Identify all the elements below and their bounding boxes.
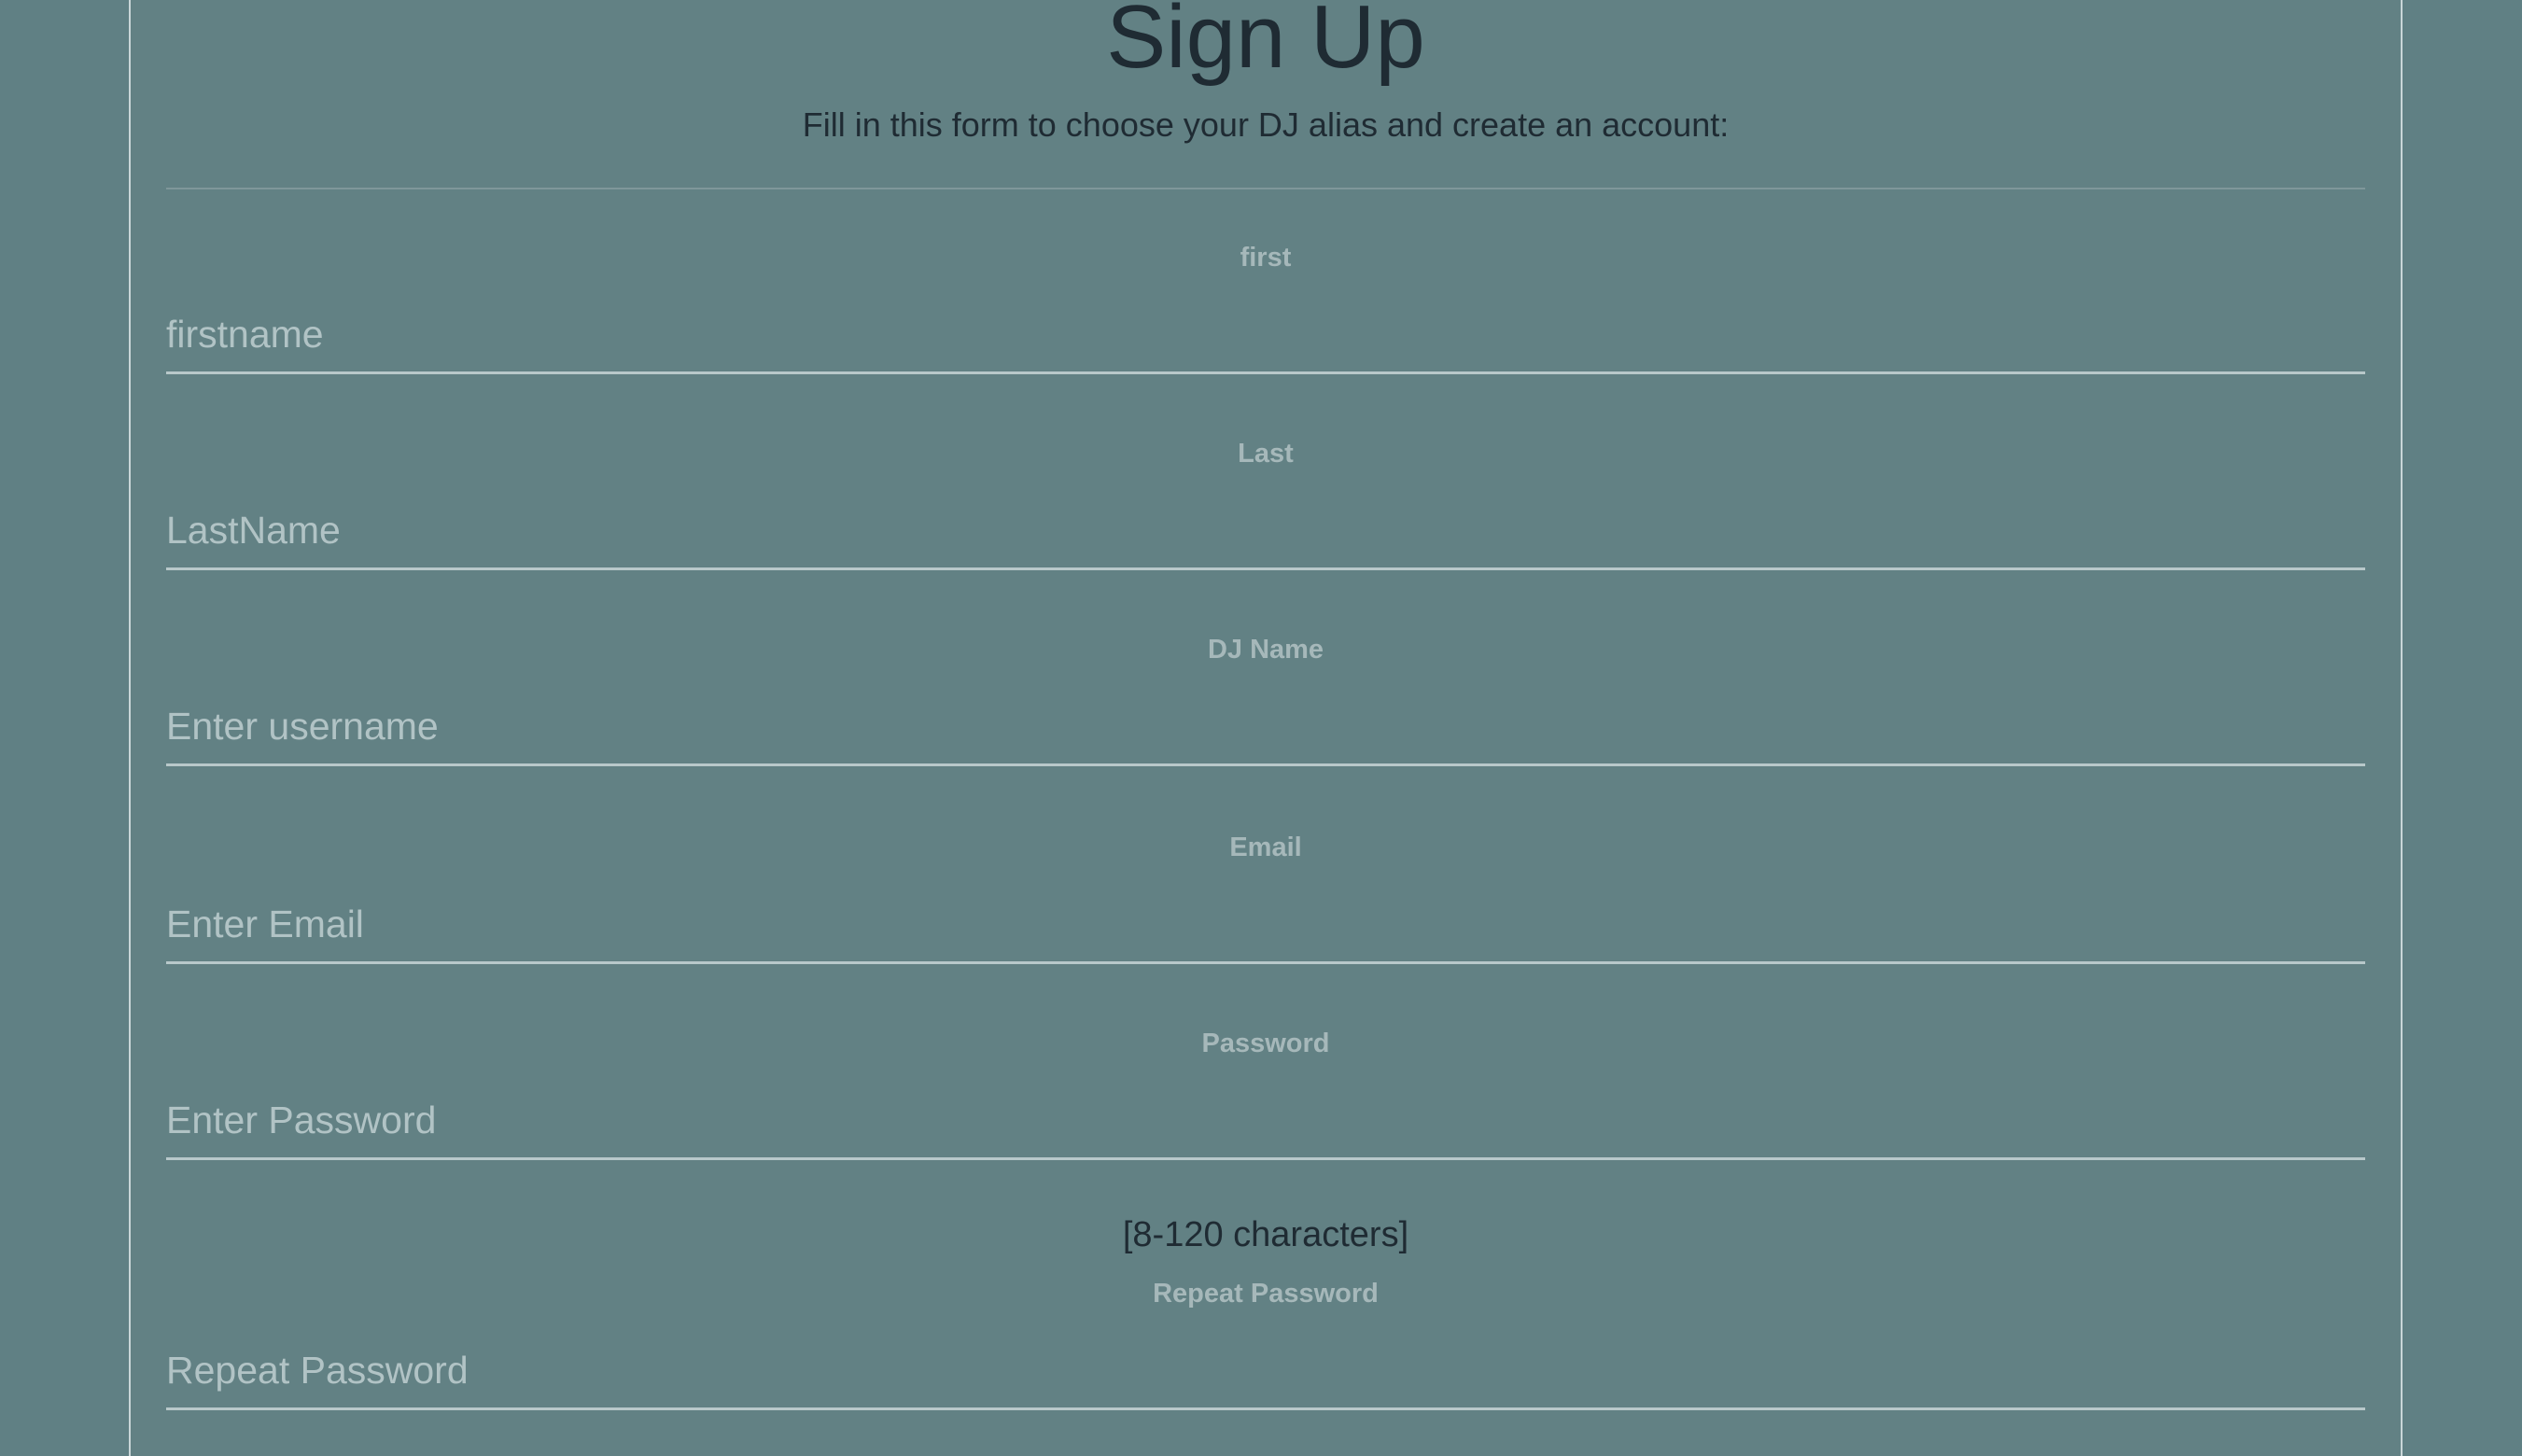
email-label: Email	[1229, 833, 1302, 862]
signup-page: Sign Up Fill in this form to choose your…	[0, 0, 2522, 1456]
field-dj-name: DJ Name	[166, 633, 2365, 829]
header-divider	[166, 188, 2365, 189]
form-container: Sign Up Fill in this form to choose your…	[129, 0, 2403, 1456]
field-repeat-password: Repeat Password	[166, 1277, 2365, 1456]
last-label: Last	[1238, 439, 1294, 469]
field-password: Password	[166, 1027, 2365, 1223]
form-subtitle: Fill in this form to choose your DJ alia…	[802, 105, 1730, 144]
lastname-input[interactable]	[166, 493, 2365, 570]
dj-name-label: DJ Name	[1207, 635, 1324, 665]
repeat-password-label: Repeat Password	[1153, 1279, 1379, 1309]
username-input[interactable]	[166, 689, 2365, 766]
page-title: Sign Up	[1106, 0, 1425, 87]
repeat-password-input[interactable]	[166, 1333, 2365, 1410]
email-input[interactable]	[166, 887, 2365, 964]
field-last: Last	[166, 437, 2365, 633]
password-label: Password	[1201, 1029, 1330, 1058]
field-email: Email	[166, 831, 2365, 1027]
password-input[interactable]	[166, 1083, 2365, 1160]
field-first: first	[166, 241, 2365, 437]
first-label: first	[1240, 243, 1292, 273]
password-length-hint: [8-120 characters]	[1122, 1215, 1409, 1254]
firstname-input[interactable]	[166, 297, 2365, 374]
